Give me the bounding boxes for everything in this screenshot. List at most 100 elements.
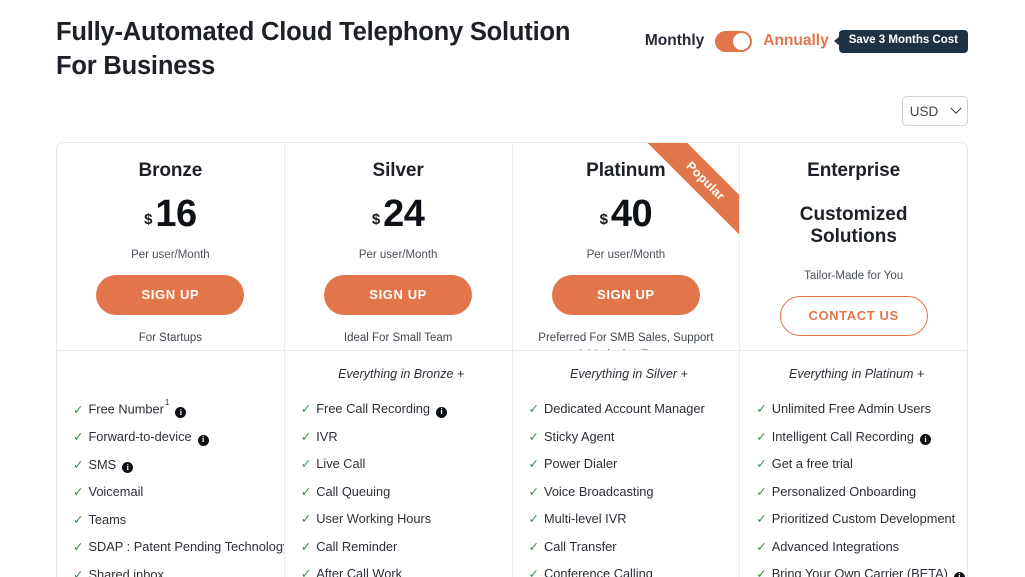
check-icon: ✓ bbox=[73, 512, 84, 527]
sign-up-button[interactable]: SIGN UP bbox=[551, 275, 700, 316]
feature-list: ✓ Free Number1 i ✓ Forward-to-device i ✓ SMS i ✓ V… bbox=[73, 398, 284, 577]
check-icon: ✓ bbox=[528, 484, 539, 499]
page-header: Fully-Automated Cloud Telephony Solution… bbox=[0, 0, 1025, 83]
feature-label: Free Call Recording bbox=[316, 401, 431, 417]
info-icon[interactable]: i bbox=[122, 462, 134, 474]
price-amount: 40 bbox=[610, 193, 653, 236]
plan-tagline: Preferred For SMB Sales, Support & Marke… bbox=[538, 332, 714, 350]
price-amount: 24 bbox=[383, 193, 425, 236]
info-icon[interactable]: i bbox=[175, 407, 187, 419]
sign-up-button[interactable]: SIGN UP bbox=[96, 275, 245, 316]
sign-up-button[interactable]: SIGN UP bbox=[324, 275, 473, 316]
plan-price: $16 bbox=[71, 195, 270, 233]
feature-item: ✓ Conference Calling bbox=[529, 566, 730, 577]
inherits-label: Everything in Platinum + bbox=[789, 367, 925, 382]
feature-label: Power Dialer bbox=[543, 456, 618, 472]
check-icon: ✓ bbox=[73, 402, 84, 417]
feature-item: ✓ SDAP : Patent Pending Technology bbox=[73, 539, 284, 555]
feature-label: SDAP : Patent Pending Technology bbox=[88, 539, 285, 555]
feature-label: Intelligent Call Recording bbox=[771, 428, 914, 444]
feature-label: Call Transfer bbox=[543, 538, 617, 554]
plan-header-enterprise: Enterprise Customized Solutions Tailor-Mad… bbox=[740, 143, 967, 350]
feature-label: Unlimited Free Admin Users bbox=[771, 401, 932, 417]
feature-item: ✓ Personalized Onboarding bbox=[756, 484, 957, 500]
check-icon: ✓ bbox=[300, 402, 312, 417]
currency-symbol: $ bbox=[371, 211, 381, 229]
price-amount: 16 bbox=[155, 193, 197, 236]
check-icon: ✓ bbox=[756, 484, 767, 499]
check-icon: ✓ bbox=[300, 429, 312, 444]
check-icon: ✓ bbox=[300, 457, 312, 472]
plan-name: Silver bbox=[372, 160, 424, 182]
feature-label: Teams bbox=[88, 511, 127, 527]
feature-item: ✓ Shared inbox bbox=[73, 567, 274, 577]
plan-period: Tailor-Made for You bbox=[804, 270, 904, 283]
contact-us-button[interactable]: CONTACT US bbox=[779, 296, 928, 337]
feature-item: ✓ Multi-level IVR bbox=[529, 511, 730, 527]
check-icon: ✓ bbox=[73, 540, 84, 555]
feature-label: SMS bbox=[88, 456, 117, 472]
check-icon: ✓ bbox=[300, 484, 312, 499]
check-icon: ✓ bbox=[300, 512, 312, 527]
check-icon: ✓ bbox=[73, 430, 84, 445]
feature-item: ✓ Call Reminder bbox=[301, 539, 502, 555]
feature-label: User Working Hours bbox=[316, 511, 432, 527]
feature-superscript: 1 bbox=[164, 398, 170, 408]
feature-label: Shared inbox bbox=[88, 566, 164, 577]
feature-label: After Call Work bbox=[316, 566, 403, 577]
check-icon: ✓ bbox=[756, 402, 767, 417]
info-icon[interactable]: i bbox=[197, 434, 209, 446]
plan-header-silver: Silver $24 Per user/Month SIGN UP Ideal For … bbox=[285, 143, 513, 351]
chevron-down-icon bbox=[950, 102, 962, 115]
currency-select[interactable]: USD bbox=[902, 96, 968, 127]
feature-item: ✓ User Working Hours bbox=[301, 511, 502, 527]
check-icon: ✓ bbox=[73, 567, 84, 577]
check-icon: ✓ bbox=[756, 539, 767, 554]
plan-period: Per user/Month bbox=[586, 249, 666, 262]
feature-label: Get a free trial bbox=[771, 456, 853, 472]
billing-period-switch[interactable] bbox=[715, 30, 753, 52]
switch-knob bbox=[733, 32, 751, 50]
feature-label: Sticky Agent bbox=[543, 428, 615, 444]
feature-item: ✓ Free Number1 i bbox=[73, 398, 274, 419]
feature-item: ✓ Free Call Recording i bbox=[300, 401, 502, 418]
check-icon: ✓ bbox=[528, 402, 539, 417]
check-icon: ✓ bbox=[528, 539, 539, 554]
check-icon: ✓ bbox=[756, 457, 767, 472]
info-icon[interactable]: i bbox=[953, 571, 965, 577]
feature-label: Call Reminder bbox=[316, 538, 398, 554]
plan-header-bronze: Bronze $16 Per user/Month SIGN UP For Startu… bbox=[57, 143, 285, 351]
feature-item: ✓ IVR bbox=[301, 429, 502, 445]
info-icon[interactable]: i bbox=[436, 406, 448, 418]
check-icon: ✓ bbox=[528, 429, 539, 444]
feature-label: Free Number1 bbox=[88, 398, 170, 417]
feature-label: Multi-level IVR bbox=[543, 511, 627, 527]
feature-item: ✓ Dedicated Account Manager bbox=[529, 401, 730, 417]
feature-label: Live Call bbox=[316, 456, 366, 472]
currency-symbol: $ bbox=[144, 211, 153, 229]
billing-period-toggle-group: Monthly Annually Save 3 Months Cost bbox=[645, 16, 968, 53]
plan-headline: Customized Solutions bbox=[799, 204, 908, 248]
billing-monthly-label[interactable]: Monthly bbox=[645, 32, 704, 50]
feature-item: ✓ Teams bbox=[73, 512, 274, 528]
feature-item: ✓ Power Dialer bbox=[529, 456, 730, 472]
feature-column-platinum: Everything in Silver + ✓ Dedicated Account… bbox=[513, 351, 741, 577]
feature-item: ✓ Bring Your Own Carrier (BETA) i bbox=[756, 566, 965, 577]
feature-label: Dedicated Account Manager bbox=[543, 401, 705, 417]
check-icon: ✓ bbox=[73, 485, 84, 500]
check-icon: ✓ bbox=[300, 567, 312, 577]
feature-list: ✓ Free Call Recording i ✓ IVR ✓ Live Call ✓ Call… bbox=[301, 401, 502, 577]
save-cost-badge: Save 3 Months Cost bbox=[838, 30, 968, 53]
check-icon: ✓ bbox=[73, 457, 84, 472]
plan-name: Platinum bbox=[586, 160, 666, 182]
billing-annually-label[interactable]: Annually bbox=[763, 32, 828, 50]
feature-list: ✓ Unlimited Free Admin Users ✓ Intelligent … bbox=[756, 401, 965, 577]
feature-item: ✓ Unlimited Free Admin Users bbox=[756, 401, 957, 417]
feature-label: Prioritized Custom Development bbox=[771, 511, 956, 527]
feature-item: ✓ Sticky Agent bbox=[529, 429, 730, 445]
feature-column-silver: Everything in Bronze + ✓ Free Call Recordi… bbox=[285, 351, 513, 577]
inherits-label bbox=[73, 367, 274, 383]
info-icon[interactable]: i bbox=[920, 434, 931, 446]
plan-headers-row: Bronze $16 Per user/Month SIGN UP For Startu… bbox=[57, 143, 967, 351]
feature-item: ✓ Call Transfer bbox=[529, 539, 730, 555]
